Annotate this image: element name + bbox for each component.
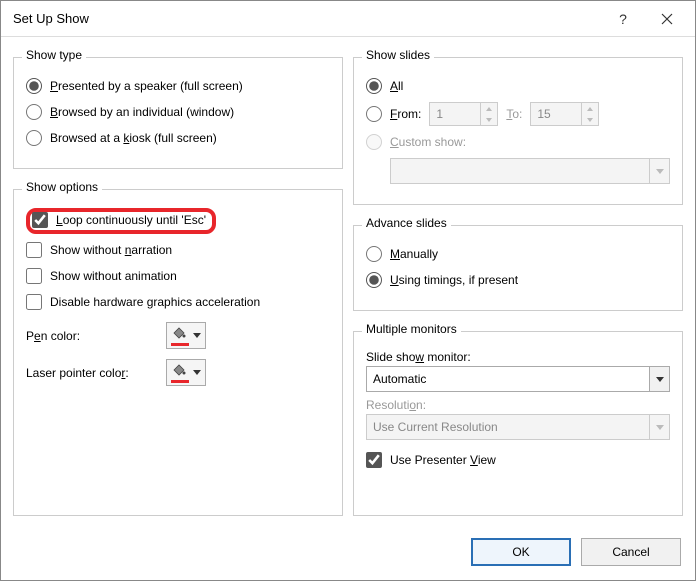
setup-show-dialog: Set Up Show ? Show type Presented by a s… bbox=[0, 0, 696, 581]
label-monitor: Slide show monitor: bbox=[366, 350, 670, 364]
legend-monitors: Multiple monitors bbox=[362, 322, 461, 336]
pen-color-picker[interactable] bbox=[166, 322, 206, 349]
label-browsed-kiosk: Browsed at a kiosk (full screen) bbox=[50, 131, 217, 145]
label-no-narration: Show without narration bbox=[50, 243, 172, 257]
label-loop: Loop continuously until 'Esc' bbox=[56, 213, 206, 227]
label-no-animation: Show without animation bbox=[50, 269, 177, 283]
chevron-down-icon bbox=[193, 333, 201, 338]
radio-custom-show bbox=[366, 134, 382, 150]
label-presented: Presented by a speaker (full screen) bbox=[50, 79, 243, 93]
legend-advance-slides: Advance slides bbox=[362, 216, 451, 230]
help-button[interactable]: ? bbox=[601, 4, 645, 34]
checkbox-presenter-view[interactable] bbox=[366, 452, 382, 468]
combo-resolution: Use Current Resolution bbox=[366, 414, 670, 440]
radio-timings[interactable] bbox=[366, 272, 382, 288]
label-laser-color: Laser pointer color: bbox=[26, 366, 156, 380]
bucket-icon bbox=[171, 362, 189, 383]
combo-custom-show bbox=[390, 158, 670, 184]
input-from[interactable] bbox=[430, 103, 480, 125]
radio-manual[interactable] bbox=[366, 246, 382, 262]
radio-browsed-individual[interactable] bbox=[26, 104, 42, 120]
checkbox-no-animation[interactable] bbox=[26, 268, 42, 284]
label-manual: Manually bbox=[390, 247, 438, 261]
spinner-to[interactable] bbox=[530, 102, 599, 126]
radio-from-slides[interactable] bbox=[366, 106, 382, 122]
titlebar: Set Up Show ? bbox=[1, 1, 695, 37]
label-presenter-view: Use Presenter View bbox=[390, 453, 496, 467]
label-custom-show: Custom show: bbox=[390, 135, 466, 149]
combo-monitor-value: Automatic bbox=[367, 372, 649, 386]
group-advance-slides: Advance slides Manually Using timings, i… bbox=[353, 225, 683, 311]
group-monitors: Multiple monitors Slide show monitor: Au… bbox=[353, 331, 683, 516]
chevron-down-icon bbox=[649, 159, 669, 183]
label-timings: Using timings, if present bbox=[390, 273, 518, 287]
laser-color-picker[interactable] bbox=[166, 359, 206, 386]
dialog-title: Set Up Show bbox=[13, 11, 601, 26]
chevron-down-icon bbox=[649, 367, 669, 391]
group-show-type: Show type Presented by a speaker (full s… bbox=[13, 57, 343, 169]
highlight-loop: Loop continuously until 'Esc' bbox=[26, 208, 216, 234]
checkbox-no-narration[interactable] bbox=[26, 242, 42, 258]
label-to: To: bbox=[506, 107, 522, 121]
spinner-from[interactable] bbox=[429, 102, 498, 126]
close-icon bbox=[661, 13, 673, 25]
label-from: From: bbox=[390, 107, 421, 121]
label-browsed-individual: Browsed by an individual (window) bbox=[50, 105, 234, 119]
radio-browsed-kiosk[interactable] bbox=[26, 130, 42, 146]
label-disable-hw: Disable hardware graphics acceleration bbox=[50, 295, 260, 309]
chevron-down-icon bbox=[649, 415, 669, 439]
chevron-down-icon bbox=[193, 370, 201, 375]
bucket-icon bbox=[171, 325, 189, 346]
combo-monitor[interactable]: Automatic bbox=[366, 366, 670, 392]
legend-show-slides: Show slides bbox=[362, 48, 434, 62]
combo-resolution-value: Use Current Resolution bbox=[367, 420, 649, 434]
radio-presented[interactable] bbox=[26, 78, 42, 94]
checkbox-loop[interactable] bbox=[32, 212, 48, 228]
label-pen-color: Pen color: bbox=[26, 329, 156, 343]
radio-all-slides[interactable] bbox=[366, 78, 382, 94]
ok-button[interactable]: OK bbox=[471, 538, 571, 566]
input-to[interactable] bbox=[531, 103, 581, 125]
group-show-slides: Show slides All From: To: bbox=[353, 57, 683, 205]
legend-show-options: Show options bbox=[22, 180, 102, 194]
legend-show-type: Show type bbox=[22, 48, 86, 62]
close-button[interactable] bbox=[645, 4, 689, 34]
group-show-options: Show options Loop continuously until 'Es… bbox=[13, 189, 343, 516]
label-resolution: Resolution: bbox=[366, 398, 670, 412]
checkbox-disable-hw[interactable] bbox=[26, 294, 42, 310]
dialog-footer: OK Cancel bbox=[1, 528, 695, 580]
label-all-slides: All bbox=[390, 79, 403, 93]
cancel-button[interactable]: Cancel bbox=[581, 538, 681, 566]
